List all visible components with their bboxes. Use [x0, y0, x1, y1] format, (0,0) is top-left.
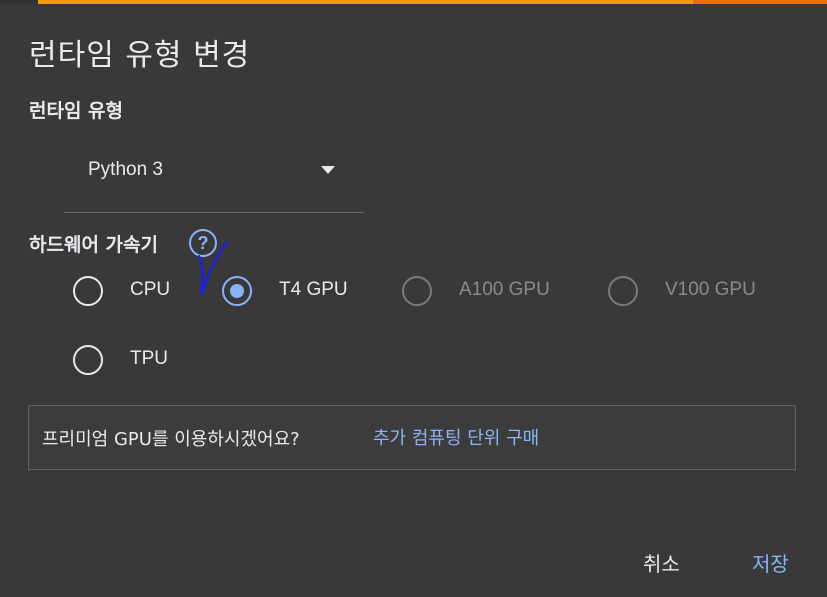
- radio-label-cpu: CPU: [130, 279, 171, 300]
- radio-circle: [73, 276, 103, 306]
- runtime-type-label: 런타임 유형: [29, 100, 124, 122]
- premium-gpu-notice: 프리미엄 GPU를 이용하시겠어요? 추가 컴퓨팅 단위 구매: [28, 405, 796, 470]
- dropdown-caret-icon: [321, 166, 335, 174]
- runtime-type-select[interactable]: Python 3: [64, 146, 364, 213]
- radio-circle-selected: [222, 276, 252, 306]
- radio-label-tpu: TPU: [130, 348, 168, 369]
- radio-circle-disabled: [608, 276, 638, 306]
- hardware-accelerator-label: 하드웨어 가속기: [29, 234, 158, 256]
- change-runtime-dialog: 런타임 유형 변경 런타임 유형 Python 3 하드웨어 가속기 ? CPU…: [0, 0, 827, 597]
- dialog-title: 런타임 유형 변경: [29, 38, 251, 73]
- loading-bar: [0, 0, 827, 4]
- loading-bar-segment: [38, 0, 693, 4]
- save-button[interactable]: 저장: [752, 548, 789, 577]
- radio-circle: [73, 345, 103, 375]
- radio-label-t4-gpu: T4 GPU: [279, 279, 348, 300]
- premium-gpu-question: 프리미엄 GPU를 이용하시겠어요?: [42, 429, 300, 450]
- runtime-type-value: Python 3: [88, 159, 163, 180]
- cancel-button[interactable]: 취소: [643, 548, 680, 577]
- loading-bar-segment-end: [693, 0, 827, 4]
- radio-label-a100-gpu: A100 GPU: [459, 279, 550, 300]
- radio-circle-disabled: [402, 276, 432, 306]
- radio-label-v100-gpu: V100 GPU: [665, 279, 756, 300]
- buy-compute-units-link[interactable]: 추가 컴퓨팅 단위 구매: [373, 424, 539, 450]
